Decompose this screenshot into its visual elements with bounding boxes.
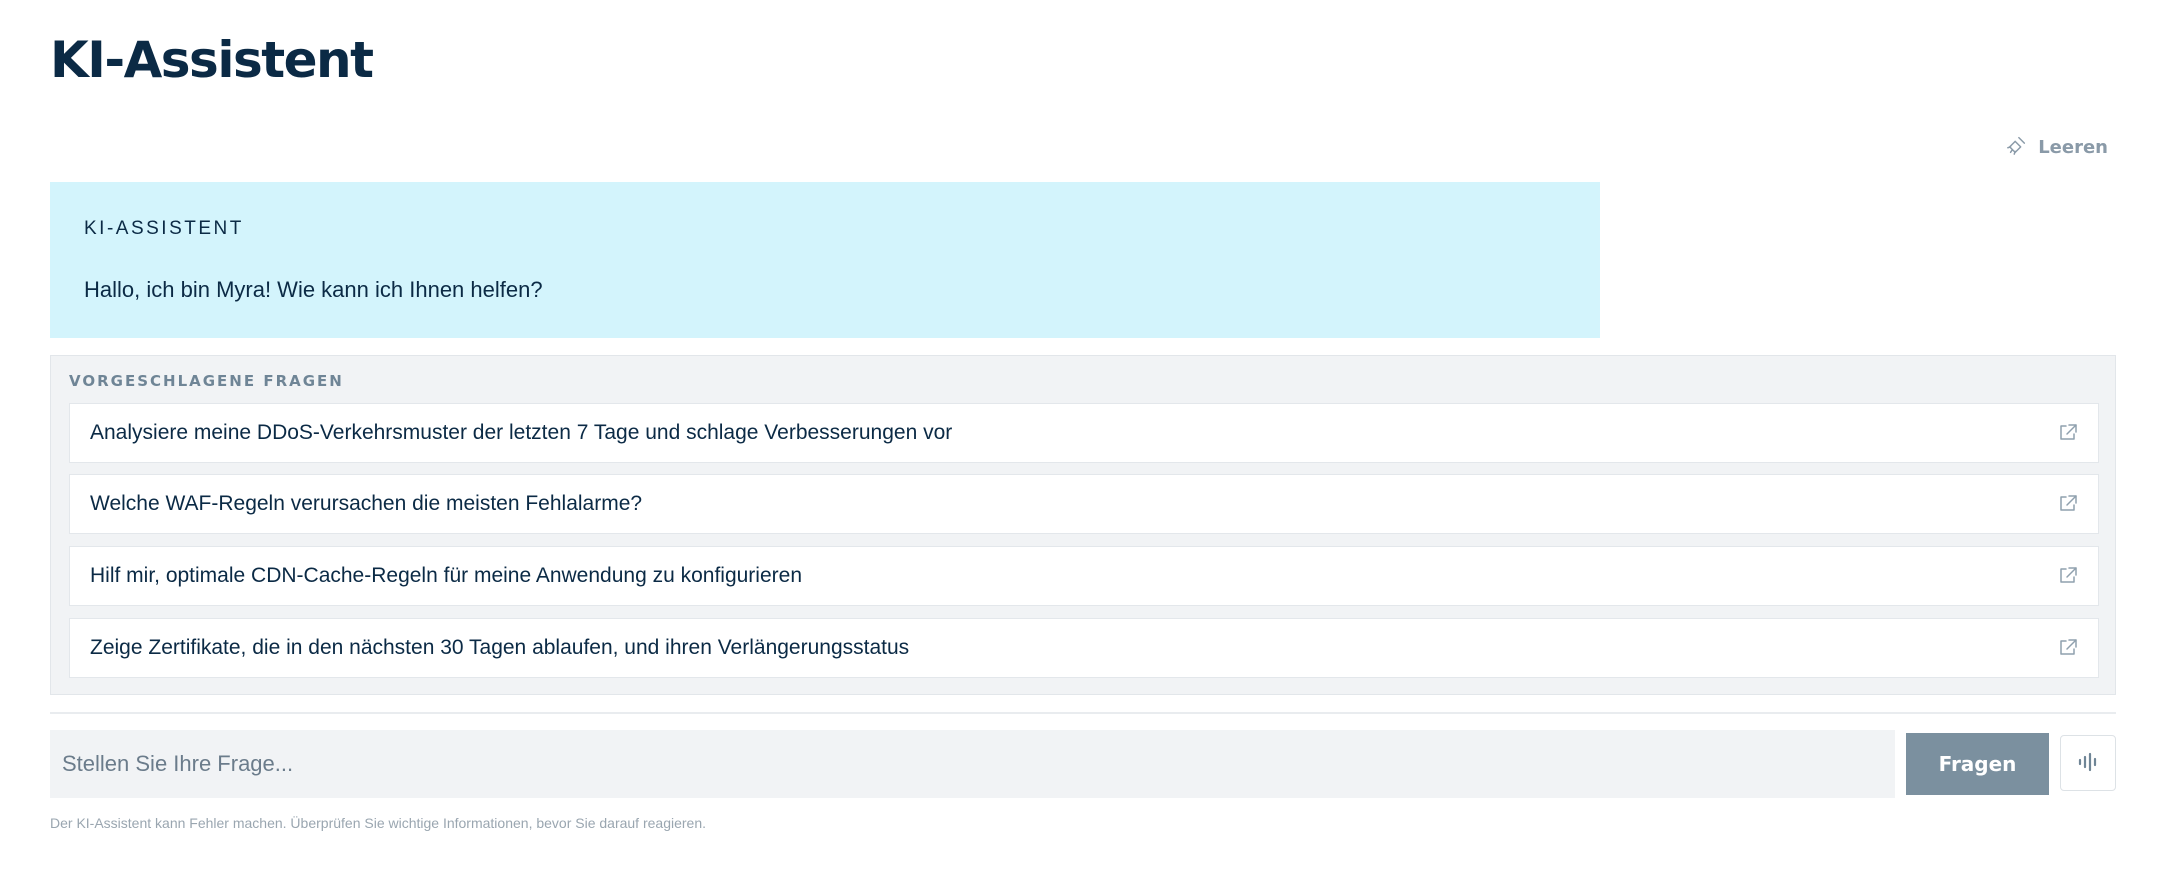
divider (50, 712, 2116, 714)
disclaimer-text: Der KI-Assistent kann Fehler machen. Übe… (50, 815, 707, 831)
external-link-icon (2058, 638, 2078, 658)
broom-icon (2006, 134, 2028, 161)
suggested-question-text: Hilf mir, optimale CDN-Cache-Regeln für … (90, 564, 803, 587)
suggested-question-text: Analysiere meine DDoS-Verkehrsmuster der… (90, 421, 953, 444)
suggested-question[interactable]: Zeige Zertifikate, die in den nächsten 3… (69, 618, 2099, 678)
audio-waveform-icon (2076, 750, 2100, 777)
page-title: KI-Assistent (50, 31, 374, 89)
assistant-message: KI-ASSISTENT Hallo, ich bin Myra! Wie ka… (50, 182, 1600, 338)
suggested-question-text: Zeige Zertifikate, die in den nächsten 3… (90, 636, 910, 659)
clear-chat-button[interactable]: Leeren (2000, 130, 2114, 165)
question-input[interactable] (50, 730, 1895, 798)
clear-chat-label: Leeren (2038, 137, 2108, 158)
ask-button[interactable]: Fragen (1906, 733, 2049, 795)
suggested-question-text: Welche WAF-Regeln verursachen die meiste… (90, 492, 643, 515)
message-text: Hallo, ich bin Myra! Wie kann ich Ihnen … (84, 277, 543, 302)
suggested-question[interactable]: Hilf mir, optimale CDN-Cache-Regeln für … (69, 546, 2099, 606)
external-link-icon (2058, 423, 2078, 443)
suggested-question[interactable]: Welche WAF-Regeln verursachen die meiste… (69, 474, 2099, 534)
suggested-question[interactable]: Analysiere meine DDoS-Verkehrsmuster der… (69, 403, 2099, 463)
suggested-questions-panel: VORGESCHLAGENE FRAGEN Analysiere meine D… (50, 355, 2116, 695)
voice-input-button[interactable] (2060, 735, 2116, 791)
suggested-questions-heading: VORGESCHLAGENE FRAGEN (69, 372, 344, 390)
external-link-icon (2058, 494, 2078, 514)
message-sender: KI-ASSISTENT (84, 218, 244, 239)
external-link-icon (2058, 566, 2078, 586)
